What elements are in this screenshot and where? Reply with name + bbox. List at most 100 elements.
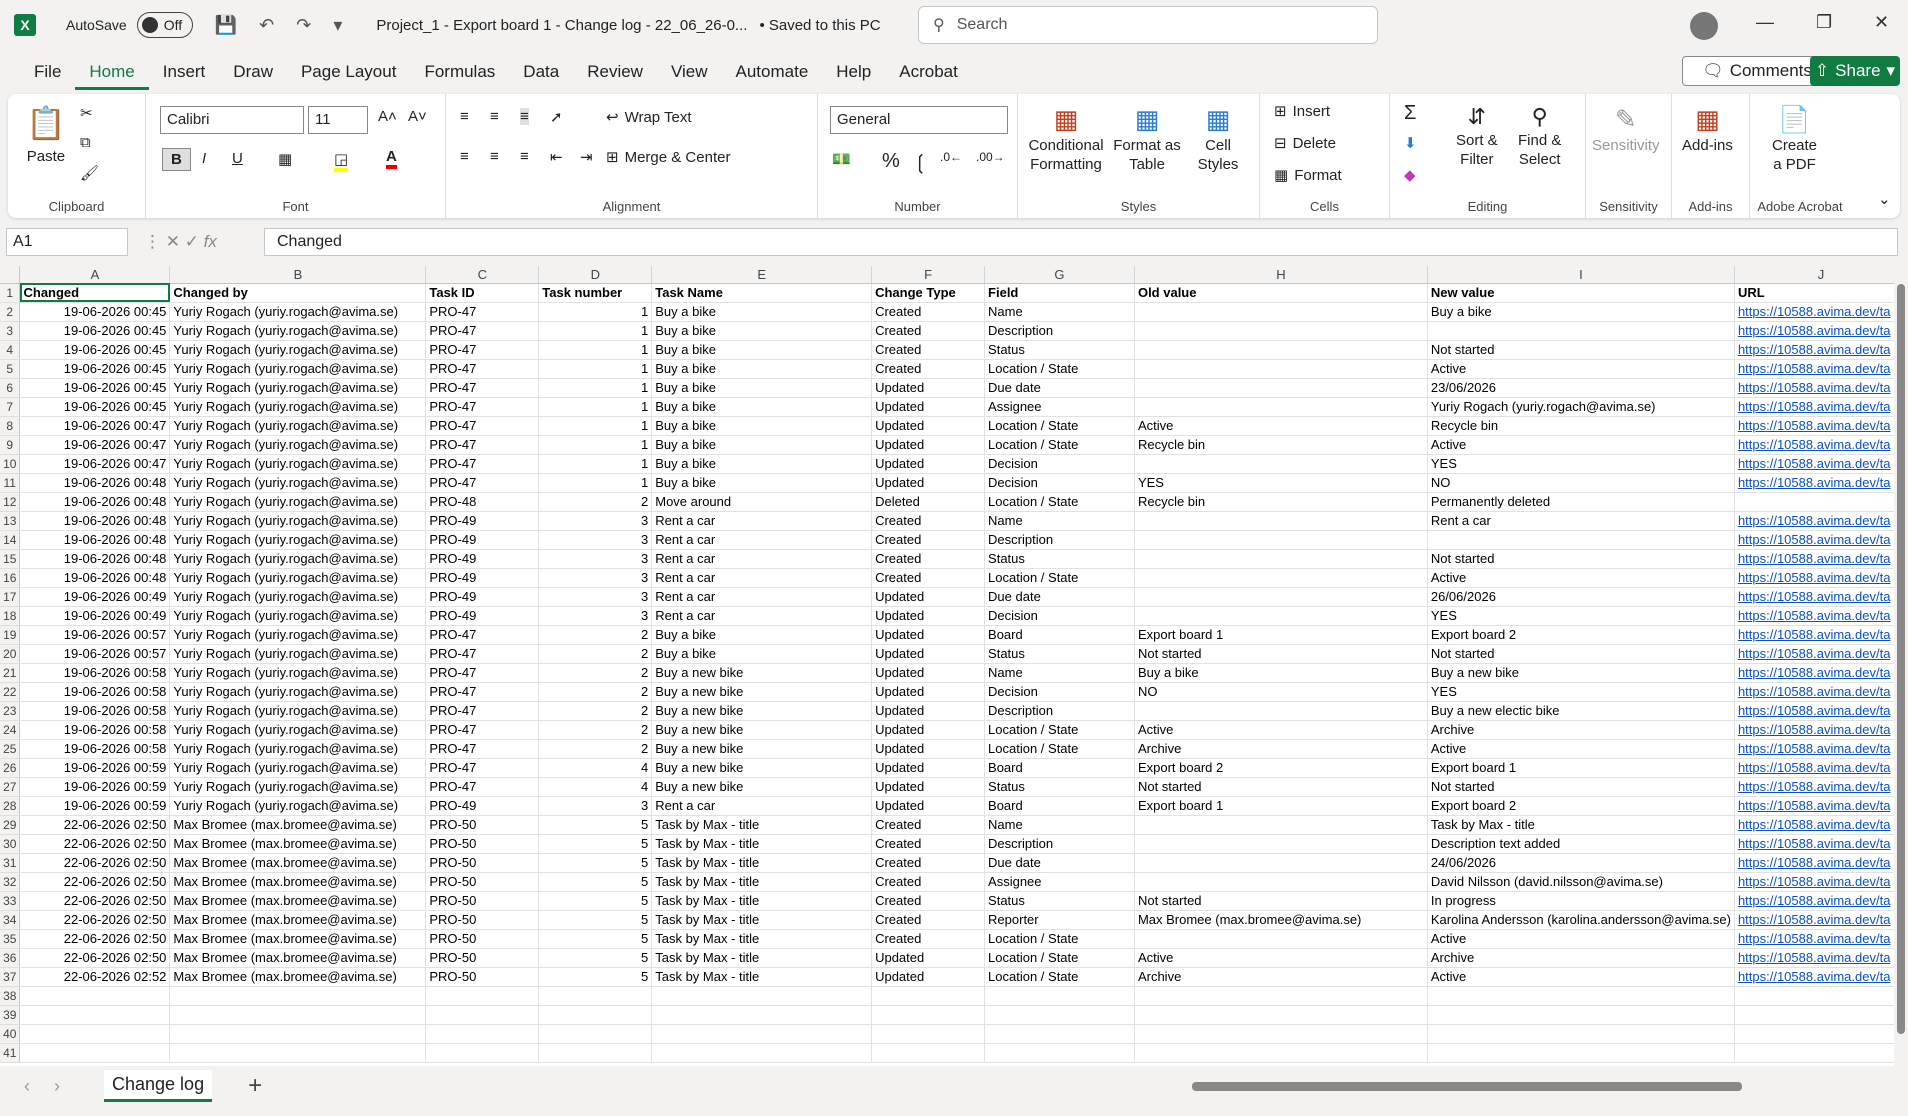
cell[interactable] [1134, 872, 1428, 892]
cell[interactable] [1134, 815, 1428, 835]
column-header[interactable]: B [169, 266, 427, 284]
cell[interactable]: Yuriy Rogach (yuriy.rogach@avima.se) [169, 758, 427, 778]
cell[interactable] [984, 1005, 1135, 1025]
cell[interactable]: Decision [984, 454, 1135, 474]
cell[interactable]: Yuriy Rogach (yuriy.rogach@avima.se) [169, 549, 427, 569]
menu-formulas[interactable]: Formulas [410, 62, 509, 90]
cell[interactable]: Buy a new bike [651, 758, 873, 778]
vertical-scrollbar[interactable] [1894, 266, 1908, 1066]
cell[interactable]: Updated [871, 397, 986, 417]
cell[interactable]: 5 [538, 948, 653, 968]
cell[interactable] [1427, 986, 1735, 1006]
cell[interactable] [19, 1024, 171, 1044]
cell[interactable]: Updated [871, 454, 986, 474]
cell[interactable]: Yuriy Rogach (yuriy.rogach@avima.se) [169, 701, 427, 721]
cell[interactable]: Created [871, 872, 986, 892]
cell[interactable] [169, 1043, 427, 1063]
cell[interactable]: 22-06-2026 02:50 [19, 853, 171, 873]
cell[interactable]: PRO-47 [425, 416, 540, 436]
cell[interactable] [1134, 587, 1428, 607]
cell[interactable]: Not started [1134, 891, 1428, 911]
italic-button[interactable]: I [202, 150, 206, 167]
header-cell[interactable]: Task number [538, 283, 653, 303]
cell[interactable]: Due date [984, 587, 1135, 607]
cell[interactable]: Max Bromee (max.bromee@avima.se) [169, 967, 427, 987]
cell[interactable] [1427, 1024, 1735, 1044]
cell[interactable]: https://10588.avima.dev/ta [1734, 929, 1908, 949]
cell[interactable]: https://10588.avima.dev/ta [1734, 625, 1908, 645]
cell[interactable]: Export board 1 [1134, 625, 1428, 645]
cell[interactable]: 19-06-2026 00:47 [19, 435, 171, 455]
cell[interactable]: Decision [984, 682, 1135, 702]
cell[interactable]: Active [1427, 739, 1735, 759]
cell[interactable]: https://10588.avima.dev/ta [1734, 967, 1908, 987]
decrease-decimal-icon[interactable]: .00→ [976, 150, 1005, 164]
merge-center-button[interactable]: ⊞ Merge & Center [606, 148, 730, 167]
cell[interactable]: Updated [871, 948, 986, 968]
cell[interactable]: Recycle bin [1134, 435, 1428, 455]
cell[interactable]: 2 [538, 720, 653, 740]
cell[interactable]: 19-06-2026 00:57 [19, 644, 171, 664]
cell[interactable]: 2 [538, 492, 653, 512]
cell[interactable]: PRO-50 [425, 834, 540, 854]
find-select-button[interactable]: ⚲ Find & Select [1518, 104, 1561, 168]
cell[interactable]: Yuriy Rogach (yuriy.rogach@avima.se) [169, 682, 427, 702]
cell[interactable]: https://10588.avima.dev/ta [1734, 834, 1908, 854]
cell[interactable] [1734, 986, 1908, 1006]
cell[interactable]: PRO-47 [425, 454, 540, 474]
cell[interactable]: Rent a car [651, 568, 873, 588]
cell[interactable]: Export board 2 [1427, 796, 1735, 816]
cell[interactable] [651, 1024, 873, 1044]
cell[interactable]: Updated [871, 701, 986, 721]
cell[interactable]: https://10588.avima.dev/ta [1734, 530, 1908, 550]
cell[interactable]: Yuriy Rogach (yuriy.rogach@avima.se) [169, 644, 427, 664]
menu-file[interactable]: File [20, 62, 75, 90]
cell[interactable]: https://10588.avima.dev/ta [1734, 872, 1908, 892]
cell[interactable]: Yuriy Rogach (yuriy.rogach@avima.se) [169, 492, 427, 512]
sort-filter-button[interactable]: ⇵ Sort & Filter [1456, 104, 1498, 168]
cell[interactable]: 19-06-2026 00:48 [19, 492, 171, 512]
cell[interactable]: Assignee [984, 397, 1135, 417]
cell[interactable]: 19-06-2026 00:59 [19, 796, 171, 816]
cell[interactable]: Created [871, 815, 986, 835]
cell[interactable]: Yuriy Rogach (yuriy.rogach@avima.se) [1427, 397, 1735, 417]
cell[interactable]: PRO-50 [425, 929, 540, 949]
name-box[interactable]: A1 [6, 228, 128, 256]
row-header[interactable]: 21 [0, 663, 21, 683]
cell[interactable]: PRO-50 [425, 910, 540, 930]
cell[interactable]: Max Bromee (max.bromee@avima.se) [169, 929, 427, 949]
cell[interactable]: Location / State [984, 720, 1135, 740]
cell[interactable]: PRO-47 [425, 644, 540, 664]
cell[interactable]: Board [984, 625, 1135, 645]
cell[interactable] [1134, 986, 1428, 1006]
cell[interactable]: 3 [538, 511, 653, 531]
cell[interactable]: Created [871, 530, 986, 550]
cell[interactable]: 19-06-2026 00:45 [19, 359, 171, 379]
cell[interactable]: Updated [871, 606, 986, 626]
row-header[interactable]: 7 [0, 397, 21, 417]
cell[interactable]: Yuriy Rogach (yuriy.rogach@avima.se) [169, 340, 427, 360]
cell[interactable]: https://10588.avima.dev/ta [1734, 435, 1908, 455]
cell[interactable]: Created [871, 929, 986, 949]
align-bottom-icon[interactable]: ≡ [520, 108, 529, 125]
menu-home[interactable]: Home [75, 62, 149, 90]
cell[interactable]: Archive [1427, 948, 1735, 968]
cell[interactable]: Yuriy Rogach (yuriy.rogach@avima.se) [169, 568, 427, 588]
cell[interactable] [538, 1043, 653, 1063]
cell[interactable]: Due date [984, 853, 1135, 873]
cell[interactable]: NO [1134, 682, 1428, 702]
bold-button[interactable]: B [162, 148, 191, 171]
cell[interactable]: https://10588.avima.dev/ta [1734, 663, 1908, 683]
vertical-scroll-thumb[interactable] [1897, 284, 1905, 1034]
cell[interactable]: YES [1427, 454, 1735, 474]
cell[interactable] [1134, 1043, 1428, 1063]
cell[interactable]: https://10588.avima.dev/ta [1734, 720, 1908, 740]
formula-input[interactable]: Changed [264, 228, 1898, 256]
share-button[interactable]: ⇧ Share ▾ [1810, 56, 1900, 86]
cell[interactable]: 5 [538, 929, 653, 949]
row-header[interactable]: 39 [0, 1005, 21, 1025]
cell[interactable]: Location / State [984, 492, 1135, 512]
cell[interactable]: Buy a new bike [651, 701, 873, 721]
cell[interactable] [1427, 530, 1735, 550]
cell[interactable]: Board [984, 796, 1135, 816]
